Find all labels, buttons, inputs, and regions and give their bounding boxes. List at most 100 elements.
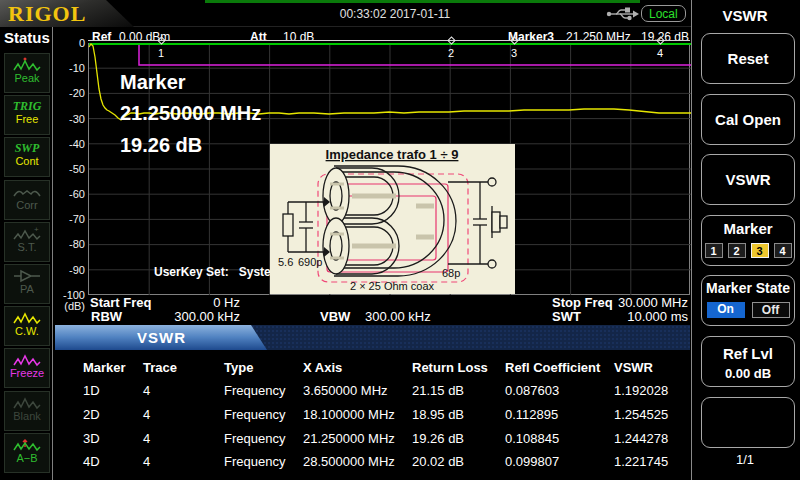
- stop-freq-value: 30.000 MHz: [600, 295, 688, 310]
- marker-readout-freq: 21.250 MHz: [566, 30, 631, 44]
- col-header-refl-coefficient: Refl Coefficient: [505, 360, 600, 375]
- table-cell: 1.192028: [614, 383, 668, 398]
- y-tick: -30: [55, 113, 85, 125]
- ab-waveform-icon: [12, 437, 42, 453]
- status-item-label: Freeze: [5, 368, 49, 379]
- status-item-label: SWP: [5, 142, 49, 155]
- table-cell: 2D: [83, 407, 100, 422]
- cap-left-label: 690p: [298, 256, 322, 268]
- empty-button[interactable]: [701, 397, 795, 448]
- right-separator: [691, 0, 692, 480]
- impedance-diagram-overlay: Impedance trafo 1 ÷ 9 5.6 690p 68p 2 × 2…: [270, 144, 515, 294]
- freeze-waveform-icon: [12, 352, 42, 368]
- marker-select-button[interactable]: Marker 1 2 3 4: [701, 215, 795, 266]
- vswr-button[interactable]: VSWR: [701, 154, 795, 205]
- marker-3-number: 3: [504, 47, 524, 59]
- marker-2-number: 2: [441, 47, 461, 59]
- menu-page-indicator: 1/1: [695, 452, 795, 467]
- marker-option-3[interactable]: 3: [751, 243, 769, 258]
- vbw-value: 300.00 kHz: [365, 309, 431, 324]
- y-tick: -80: [55, 238, 85, 250]
- marker-info-level: 19.26 dB: [120, 134, 261, 157]
- clock: 00:33:02 2017-01-11: [280, 7, 510, 21]
- rbw-value: 300.00 kHz: [150, 309, 240, 324]
- marker-option-4[interactable]: 4: [774, 243, 792, 258]
- status-item-label: C.W.: [5, 326, 49, 337]
- status-item-sublabel: Cont: [5, 155, 49, 168]
- ref-level-value: 0.00 dBm: [119, 30, 170, 44]
- status-item-label: Corr: [5, 200, 49, 211]
- table-cell: 0.099807: [505, 454, 559, 469]
- col-header-trace: Trace: [143, 360, 177, 375]
- table-cell: 1.254525: [614, 407, 668, 422]
- status-item-cw: C.W.: [4, 306, 50, 346]
- y-axis-unit: (dB): [55, 300, 85, 312]
- table-cell: 0.112895: [505, 407, 558, 422]
- function-bar: VSWR: [55, 325, 690, 350]
- table-cell: 21.250000 MHz: [303, 431, 395, 446]
- attenuation-value: 10 dB: [283, 30, 314, 44]
- marker-info-title: Marker: [120, 71, 261, 94]
- table-cell: 1D: [83, 383, 100, 398]
- marker-option-2[interactable]: 2: [728, 243, 746, 258]
- ref-lvl-value: 0.00 dB: [702, 366, 794, 381]
- left-separator: [52, 27, 53, 480]
- status-item-label: S.T.: [5, 242, 49, 253]
- marker-4-number: 4: [650, 47, 670, 59]
- pa-amplifier-icon: [12, 268, 42, 284]
- marker-state-on[interactable]: On: [707, 302, 745, 318]
- y-tick: -90: [55, 264, 85, 276]
- marker-info-block: Marker 21.250000 MHz 19.26 dB: [120, 71, 261, 157]
- vbw-label: VBW: [320, 309, 350, 324]
- y-tick: 0: [55, 37, 85, 49]
- table-cell: 3D: [83, 431, 100, 446]
- table-cell: 1.221745: [614, 454, 668, 469]
- marker-option-1[interactable]: 1: [705, 243, 723, 258]
- y-tick: -10: [55, 62, 85, 74]
- diagram-title: Impedance trafo 1 ÷ 9: [326, 147, 459, 162]
- table-cell: Frequency: [224, 454, 285, 469]
- table-cell: 18.95 dB: [412, 407, 464, 422]
- table-cell: 20.02 dB: [412, 454, 464, 469]
- cw-waveform-icon: [12, 310, 42, 326]
- y-tick: -50: [55, 163, 85, 175]
- coax-label: 2 × 25 Ohm coax: [350, 280, 435, 292]
- col-header-type: Type: [224, 360, 253, 375]
- top-green-strip: [205, 0, 640, 3]
- marker-state-label: Marker State: [702, 280, 794, 296]
- marker-state-off[interactable]: Off: [752, 302, 790, 318]
- function-bar-title: VSWR: [137, 329, 186, 346]
- attenuation-label: Att: [250, 30, 267, 44]
- table-cell: Frequency: [224, 431, 285, 446]
- swt-value: 10.000 ms: [600, 309, 688, 324]
- table-cell: 4D: [83, 454, 100, 469]
- col-header-marker: Marker: [83, 360, 126, 375]
- ref-lvl-label: Ref Lvl: [702, 345, 794, 362]
- y-tick: -70: [55, 213, 85, 225]
- start-freq-value: 0 Hz: [150, 295, 240, 310]
- rbw-label: RBW: [91, 309, 122, 324]
- circuit-diagram: Impedance trafo 1 ÷ 9 5.6 690p 68p 2 × 2…: [270, 144, 515, 294]
- table-cell: 4: [143, 383, 150, 398]
- table-cell: 4: [143, 454, 150, 469]
- table-cell: 1.244278: [614, 431, 668, 446]
- trace-magenta: [139, 44, 691, 65]
- table-cell: 0.087603: [505, 383, 559, 398]
- status-item-swp: SWP Cont: [4, 137, 50, 177]
- usb-icon: [605, 6, 639, 21]
- status-item-corr: Corr: [4, 180, 50, 220]
- status-item-label: Peak: [5, 73, 49, 84]
- marker-state-button[interactable]: Marker State On Off: [701, 275, 795, 326]
- marker-readout-level: 19.26 dB: [641, 30, 689, 44]
- status-item-freeze: Freeze: [4, 348, 50, 388]
- y-tick: -60: [55, 188, 85, 200]
- st-waveform-icon: +: [12, 226, 42, 242]
- cal-open-button[interactable]: Cal Open: [701, 94, 795, 145]
- status-item-label: Blank: [5, 411, 49, 422]
- swt-label: SWT: [552, 309, 581, 324]
- table-cell: 4: [143, 407, 150, 422]
- status-item-label: A−B: [5, 453, 49, 464]
- status-item-blank: Blank: [4, 391, 50, 431]
- ref-lvl-button[interactable]: Ref Lvl 0.00 dB: [701, 336, 795, 387]
- reset-button[interactable]: Reset: [701, 33, 795, 84]
